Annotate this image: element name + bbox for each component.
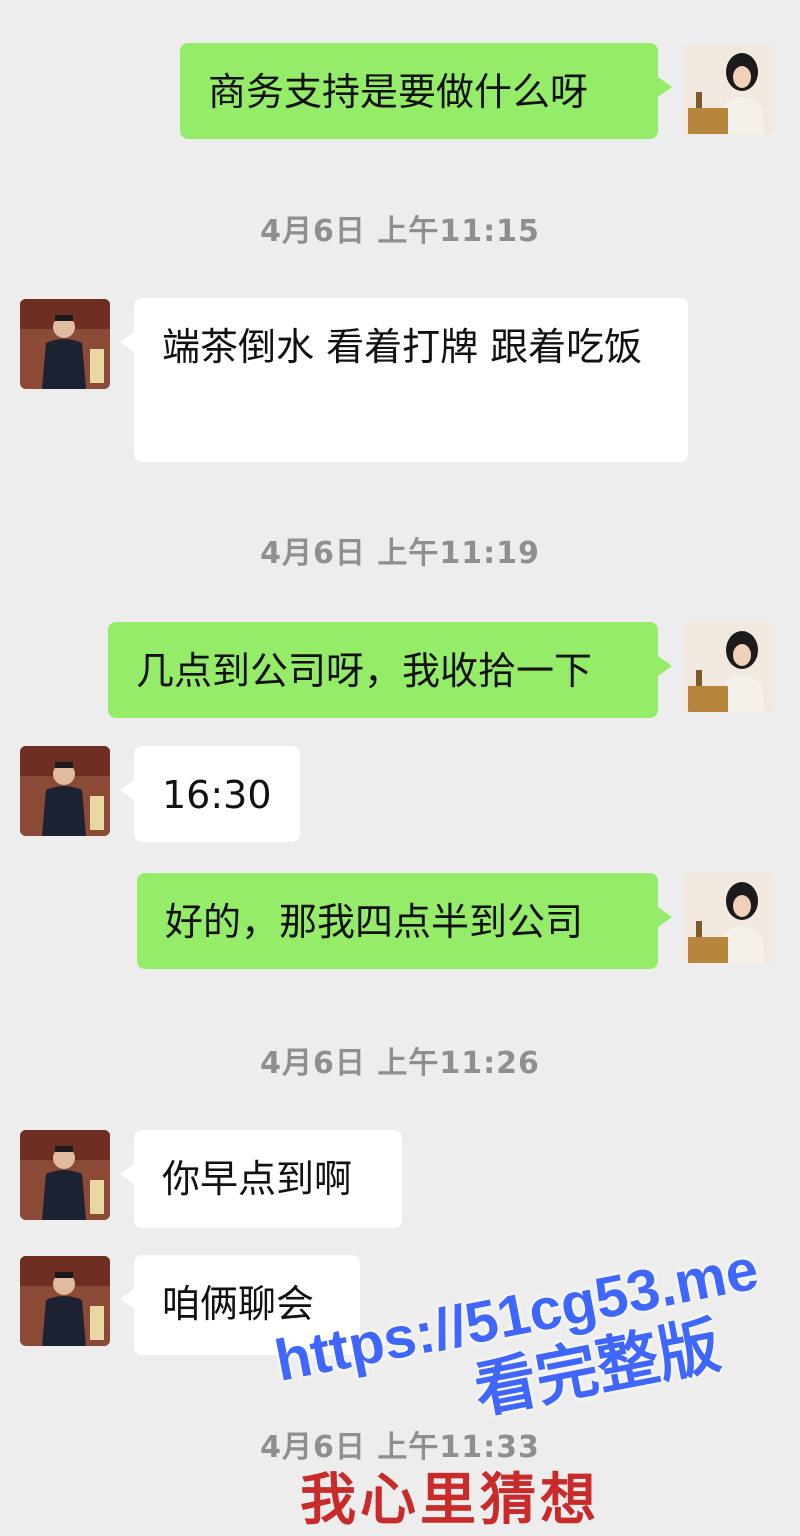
message-text: 16:30 xyxy=(162,773,272,817)
message-bubble-sent[interactable]: 好的，那我四点半到公司 xyxy=(137,873,672,969)
my-avatar-icon[interactable] xyxy=(684,622,774,712)
contact-avatar-icon[interactable] xyxy=(20,1130,110,1220)
message-text: 好的，那我四点半到公司 xyxy=(165,900,584,944)
timestamp: 4月6日 上午11:15 xyxy=(260,214,540,249)
message-text: 几点到公司呀，我收拾一下 xyxy=(136,649,593,693)
message-bubble-sent[interactable]: 商务支持是要做什么呀 xyxy=(180,43,672,139)
message-bubble-received[interactable]: 端茶倒水 看着打牌 跟着吃饭 xyxy=(120,298,688,462)
message-text: 你早点到啊 xyxy=(162,1157,353,1201)
message-text: 咱俩聊会 xyxy=(162,1282,315,1326)
timestamp: 4月6日 上午11:26 xyxy=(260,1046,540,1081)
message-bubble-received[interactable]: 你早点到啊 xyxy=(120,1130,402,1228)
message-text: 端茶倒水 看着打牌 跟着吃饭 xyxy=(162,325,643,369)
my-avatar-icon[interactable] xyxy=(684,44,774,134)
my-avatar-icon[interactable] xyxy=(684,873,774,963)
contact-avatar-icon[interactable] xyxy=(20,299,110,389)
message-text: 商务支持是要做什么呀 xyxy=(208,70,589,114)
message-bubble-sent[interactable]: 几点到公司呀，我收拾一下 xyxy=(108,622,672,718)
message-bubble-received[interactable]: 16:30 xyxy=(120,746,300,842)
contact-avatar-icon[interactable] xyxy=(20,746,110,836)
timestamp: 4月6日 上午11:19 xyxy=(260,536,540,571)
contact-avatar-icon[interactable] xyxy=(20,1256,110,1346)
